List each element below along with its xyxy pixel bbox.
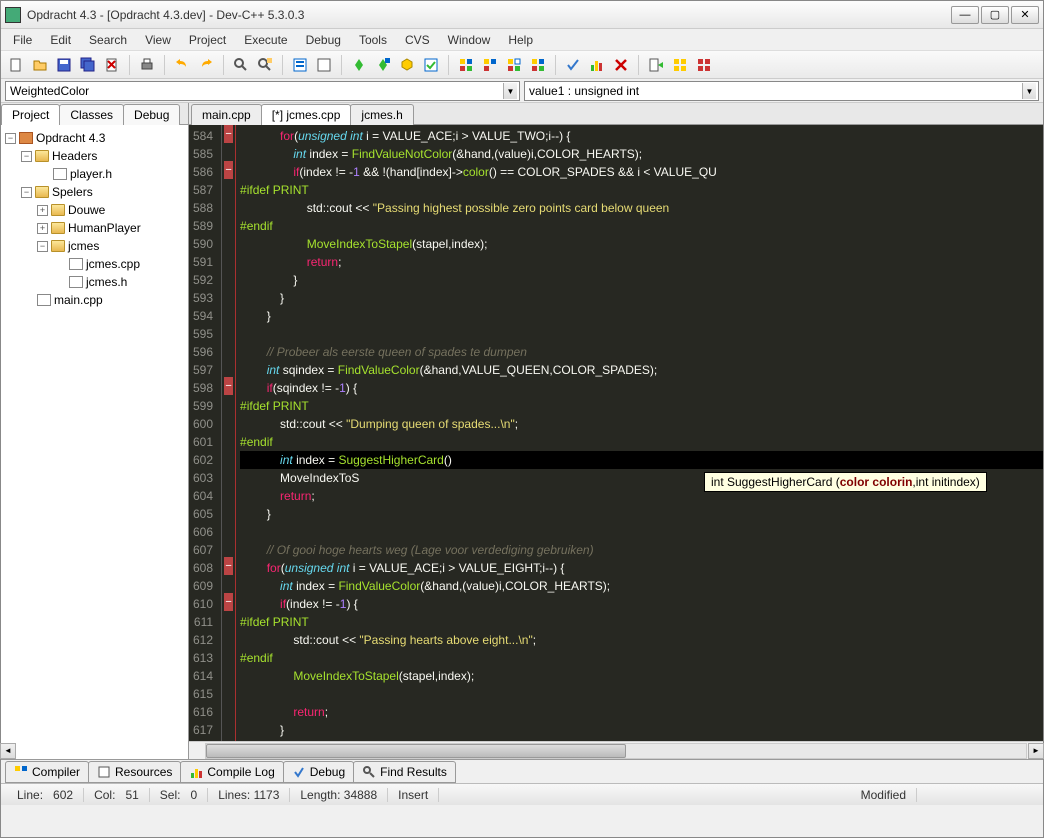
- status-lines: Lines: 1173: [208, 788, 290, 802]
- code-editor[interactable]: 5845855865875885895905915925935945955965…: [189, 125, 1043, 741]
- menu-edit[interactable]: Edit: [42, 31, 79, 49]
- menu-view[interactable]: View: [137, 31, 179, 49]
- goto-button[interactable]: [645, 54, 667, 76]
- scroll-right-icon[interactable]: ►: [1028, 743, 1044, 759]
- bottom-tabs: Compiler Resources Compile Log Debug Fin…: [1, 759, 1043, 783]
- menu-execute[interactable]: Execute: [236, 31, 295, 49]
- editor-tab-jcmes-cpp[interactable]: [*] jcmes.cpp: [261, 104, 352, 125]
- tab-find-results[interactable]: Find Results: [353, 761, 456, 783]
- app-icon: [5, 7, 21, 23]
- menubar: File Edit Search View Project Execute De…: [1, 29, 1043, 51]
- close-button[interactable]: ✕: [1011, 6, 1039, 24]
- class-combo[interactable]: WeightedColor ▼: [5, 81, 520, 101]
- new-file-button[interactable]: [5, 54, 27, 76]
- tab-compiler[interactable]: Compiler: [5, 761, 89, 783]
- save-button[interactable]: [53, 54, 75, 76]
- compile-button[interactable]: [289, 54, 311, 76]
- scroll-thumb[interactable]: [206, 744, 626, 758]
- scroll-left-icon[interactable]: ◄: [0, 743, 16, 759]
- stats-button[interactable]: [586, 54, 608, 76]
- delete-button[interactable]: [610, 54, 632, 76]
- menu-tools[interactable]: Tools: [351, 31, 395, 49]
- run-button[interactable]: [313, 54, 335, 76]
- status-col: Col: 51: [84, 788, 150, 802]
- main-area: Project Classes Debug −Opdracht 4.3 −Hea…: [1, 103, 1043, 759]
- open-button[interactable]: [29, 54, 51, 76]
- left-panel: Project Classes Debug −Opdracht 4.3 −Hea…: [1, 103, 189, 759]
- tree-folder-douwe[interactable]: +Douwe: [3, 201, 186, 219]
- menu-search[interactable]: Search: [81, 31, 135, 49]
- fold-column[interactable]: −−−−−: [222, 125, 236, 741]
- project-options-button[interactable]: [527, 54, 549, 76]
- new-project-button[interactable]: [455, 54, 477, 76]
- combo-row: WeightedColor ▼ value1 : unsigned int ▼: [1, 79, 1043, 103]
- bookmark-button[interactable]: [669, 54, 691, 76]
- window-title: Opdracht 4.3 - [Opdracht 4.3.dev] - Dev-…: [27, 8, 951, 22]
- tree-root[interactable]: −Opdracht 4.3: [3, 129, 186, 147]
- undo-button[interactable]: [171, 54, 193, 76]
- tree-file-jcmes-cpp[interactable]: jcmes.cpp: [3, 255, 186, 273]
- menu-help[interactable]: Help: [500, 31, 541, 49]
- save-all-button[interactable]: [77, 54, 99, 76]
- titlebar: Opdracht 4.3 - [Opdracht 4.3.dev] - Dev-…: [1, 1, 1043, 29]
- status-insert: Insert: [388, 788, 439, 802]
- tree-folder-jcmes[interactable]: −jcmes: [3, 237, 186, 255]
- horizontal-scrollbar[interactable]: ◄ ►: [189, 741, 1043, 759]
- minimize-button[interactable]: —: [951, 6, 979, 24]
- dropdown-arrow-icon[interactable]: ▼: [503, 83, 517, 99]
- menu-project[interactable]: Project: [181, 31, 234, 49]
- debug-button[interactable]: [396, 54, 418, 76]
- menu-cvs[interactable]: CVS: [397, 31, 438, 49]
- editor-area: main.cpp [*] jcmes.cpp jcmes.h 584585586…: [189, 103, 1043, 759]
- add-file-button[interactable]: [479, 54, 501, 76]
- dropdown-arrow-icon[interactable]: ▼: [1022, 83, 1036, 99]
- menu-window[interactable]: Window: [440, 31, 499, 49]
- tree-folder-spelers[interactable]: −Spelers: [3, 183, 186, 201]
- status-length: Length: 34888: [290, 788, 388, 802]
- tree-file-jcmes-h[interactable]: jcmes.h: [3, 273, 186, 291]
- tree-folder-humanplayer[interactable]: +HumanPlayer: [3, 219, 186, 237]
- tab-compile-log[interactable]: Compile Log: [180, 761, 283, 783]
- tab-classes[interactable]: Classes: [59, 104, 124, 125]
- status-line: Line: 602: [7, 788, 84, 802]
- class-combo-value: WeightedColor: [10, 84, 89, 98]
- project-tree[interactable]: −Opdracht 4.3 −Headers player.h −Spelers…: [1, 125, 188, 759]
- profile-button[interactable]: [420, 54, 442, 76]
- find-button[interactable]: [230, 54, 252, 76]
- tree-file-player-h[interactable]: player.h: [3, 165, 186, 183]
- close-file-button[interactable]: [101, 54, 123, 76]
- print-button[interactable]: [136, 54, 158, 76]
- menu-file[interactable]: File: [5, 31, 40, 49]
- compile-run-button[interactable]: [348, 54, 370, 76]
- check-button[interactable]: [562, 54, 584, 76]
- tab-debug[interactable]: Debug: [123, 104, 180, 125]
- maximize-button[interactable]: ▢: [981, 6, 1009, 24]
- menu-debug[interactable]: Debug: [298, 31, 349, 49]
- comment-button[interactable]: [693, 54, 715, 76]
- line-gutter: 5845855865875885895905915925935945955965…: [189, 125, 222, 741]
- code-content[interactable]: for(unsigned int i = VALUE_ACE;i > VALUE…: [236, 125, 1043, 741]
- remove-file-button[interactable]: [503, 54, 525, 76]
- redo-button[interactable]: [195, 54, 217, 76]
- status-modified: Modified: [851, 788, 917, 802]
- editor-tab-main[interactable]: main.cpp: [191, 104, 262, 125]
- tree-file-main-cpp[interactable]: main.cpp: [3, 291, 186, 309]
- tab-project[interactable]: Project: [1, 104, 60, 125]
- member-combo[interactable]: value1 : unsigned int ▼: [524, 81, 1039, 101]
- editor-tab-jcmes-h[interactable]: jcmes.h: [350, 104, 413, 125]
- parameter-tooltip: int SuggestHigherCard (color colorin,int…: [704, 472, 987, 492]
- rebuild-button[interactable]: [372, 54, 394, 76]
- tab-debug-bottom[interactable]: Debug: [283, 761, 354, 783]
- toolbar: [1, 51, 1043, 79]
- tab-resources[interactable]: Resources: [88, 761, 181, 783]
- statusbar: Line: 602 Col: 51 Sel: 0 Lines: 1173 Len…: [1, 783, 1043, 805]
- member-combo-value: value1 : unsigned int: [529, 84, 639, 98]
- tree-folder-headers[interactable]: −Headers: [3, 147, 186, 165]
- replace-button[interactable]: [254, 54, 276, 76]
- status-sel: Sel: 0: [150, 788, 208, 802]
